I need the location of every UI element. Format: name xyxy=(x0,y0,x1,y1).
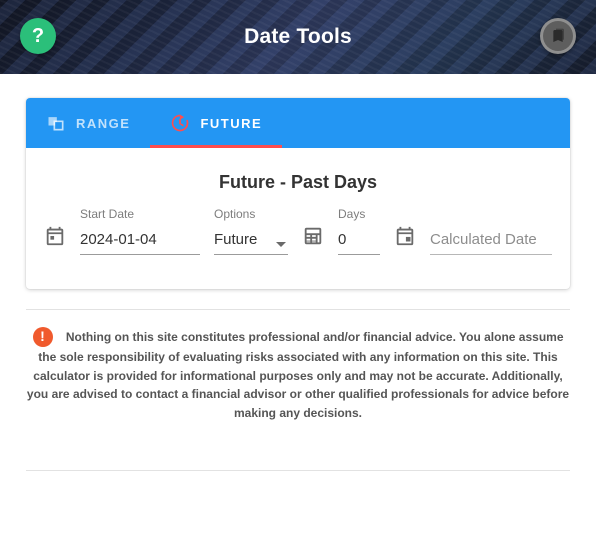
page-title: Date Tools xyxy=(0,0,596,74)
options-select[interactable] xyxy=(214,227,288,255)
event-icon xyxy=(394,225,416,255)
tab-future[interactable]: FUTURE xyxy=(150,98,282,148)
bookmarks-button[interactable] xyxy=(540,18,576,54)
divider xyxy=(26,470,570,471)
start-date-input[interactable] xyxy=(80,227,200,255)
future-icon xyxy=(170,113,190,133)
bookmarks-icon xyxy=(550,28,566,44)
tab-range-label: RANGE xyxy=(76,116,130,131)
disclaimer-text: Nothing on this site constitutes profess… xyxy=(27,330,569,420)
range-icon xyxy=(46,113,66,133)
date-tools-card: RANGE FUTURE Future - Past Days Start Da… xyxy=(26,98,570,289)
tab-bar: RANGE FUTURE xyxy=(26,98,570,148)
error-icon: ! xyxy=(33,327,53,347)
tab-range[interactable]: RANGE xyxy=(26,98,150,148)
calculated-date-output: Calculated Date xyxy=(430,227,552,255)
options-label: Options xyxy=(214,207,288,221)
section-title: Future - Past Days xyxy=(44,166,552,207)
days-label: Days xyxy=(338,207,380,221)
disclaimer: ! Nothing on this site constitutes profe… xyxy=(26,328,570,422)
fields-row: Start Date Options Days Calculated Date xyxy=(44,207,552,255)
hero-banner: ? Date Tools xyxy=(0,0,596,74)
tab-future-label: FUTURE xyxy=(200,116,262,131)
days-input[interactable] xyxy=(338,227,380,255)
calculator-icon xyxy=(302,225,324,255)
start-date-label: Start Date xyxy=(80,207,200,221)
calendar-icon[interactable] xyxy=(44,225,66,255)
